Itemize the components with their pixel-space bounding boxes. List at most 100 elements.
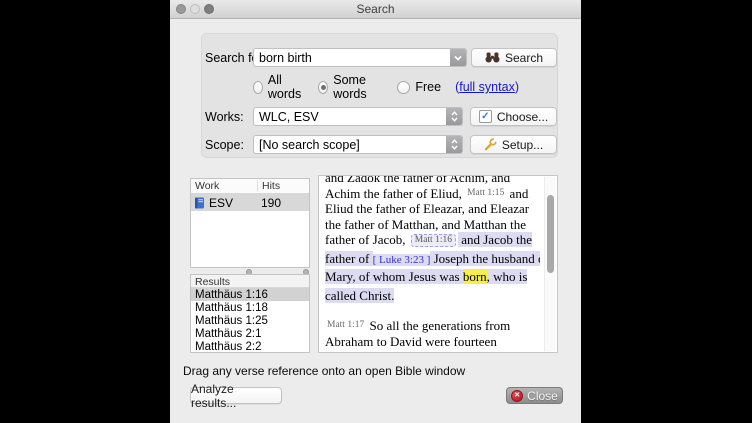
results-list: Results Matthäus 1:16Matthäus 1:18Matthä… (190, 274, 310, 353)
up-down-chevrons-icon (451, 111, 458, 122)
work-name: ESV (209, 196, 233, 210)
choose-button-label: Choose... (497, 110, 548, 124)
scope-label: Scope: (205, 138, 244, 152)
preview-line: Eliud the father of Eleazar, and Eleazar (325, 201, 540, 217)
verse-text: Eliud the father of Eleazar, and Eleazar (325, 201, 529, 216)
works-popup[interactable]: WLC, ESV (253, 107, 463, 126)
result-item[interactable]: Matthäus 1:25 (191, 314, 309, 327)
preview-line: Achim the father of Eliud, Matt 1:15 and (325, 186, 540, 202)
search-history-dropdown[interactable] (450, 49, 466, 66)
verse-text: father of (325, 251, 373, 266)
preview-line: the father of Matthan, and Matthan the (325, 217, 540, 233)
hits-col-work: Work (195, 180, 219, 192)
hits-row[interactable]: ESV 190 (191, 194, 309, 211)
scope-popup-value[interactable]: [No search scope] (254, 138, 446, 152)
close-button-label: Close (527, 389, 558, 403)
verse-text: and Jacob the (458, 232, 532, 247)
wrench-icon (484, 138, 497, 151)
setup-button-label: Setup... (502, 138, 543, 152)
radio-label: Free (415, 80, 441, 94)
verse-text: and Zadok the father of Achim, and (325, 175, 510, 185)
preview-line: father of Jacob, Matt 1:16 and Jacob the (325, 232, 540, 251)
verse-preview-pane[interactable]: and Zadok the father of Achim, andAchim … (318, 175, 558, 353)
works-popup-stepper[interactable] (446, 108, 462, 125)
radio-circle-icon[interactable] (318, 81, 328, 94)
scrollbar-thumb[interactable] (547, 195, 554, 273)
hits-rows: ESV 190 (191, 194, 309, 211)
preview-line: and Zadok the father of Achim, and (325, 175, 540, 186)
search-input-value[interactable]: born birth (254, 51, 450, 65)
screen: Search Search for: born birth Search All… (0, 0, 752, 423)
verse-text: called Christ. (325, 288, 394, 303)
analyze-results-label: Analyze results... (191, 382, 281, 410)
verse-text: father of Jacob, (325, 232, 409, 247)
verse-text: Achim the father of Eliud, (325, 186, 465, 201)
result-item[interactable]: Matthäus 2:1 (191, 327, 309, 340)
verse-ref-marker: Matt 1:16 (411, 234, 456, 247)
drag-hint-text: Drag any verse reference onto an open Bi… (183, 364, 465, 378)
radio-free[interactable]: Free (397, 80, 441, 94)
close-red-icon: ✕ (511, 390, 523, 402)
window-title: Search (170, 2, 581, 16)
word-mode-row: All wordsSome wordsFree (full syntax) (253, 79, 519, 95)
works-label: Works: (205, 110, 244, 124)
result-item[interactable]: Matthäus 2:2 (191, 340, 309, 353)
choose-button[interactable]: ✓ Choose... (470, 107, 557, 126)
hits-count: 190 (261, 196, 281, 210)
result-item[interactable]: Matthäus 1:16 (191, 288, 309, 301)
analyze-results-button[interactable]: Analyze results... (190, 387, 282, 404)
verse-text: generations, and from David to the (325, 349, 506, 353)
preview-line: generations, and from David to the (325, 349, 540, 353)
book-icon (194, 197, 205, 209)
search-window: Search Search for: born birth Search All… (170, 0, 581, 423)
scope-popup[interactable]: [No search scope] (253, 135, 463, 154)
setup-button[interactable]: Setup... (470, 135, 557, 154)
verse-text: Joseph the husband of (430, 251, 540, 266)
preview-line: Matt 1:17 So all the generations from (325, 318, 540, 334)
close-button[interactable]: ✕ Close (506, 387, 563, 404)
result-item[interactable]: Matthäus 1:18 (191, 301, 309, 314)
preview-scrollbar[interactable] (544, 177, 556, 351)
verse-text: Mary, of whom Jesus was (325, 269, 463, 284)
verse-text: born (463, 269, 487, 284)
checkbox-checked-icon: ✓ (479, 110, 492, 123)
hits-col-hits: Hits (257, 180, 280, 192)
verse-text: and (506, 186, 528, 201)
full-syntax: (full syntax) (455, 80, 519, 94)
verse-ref-marker: Matt 1:17 (325, 320, 366, 330)
radio-circle-icon[interactable] (397, 81, 410, 94)
radio-all-words[interactable]: All words (253, 73, 304, 101)
binoculars-icon (485, 52, 500, 63)
results-header: Results (191, 275, 309, 288)
up-down-chevrons-icon (451, 139, 458, 150)
preview-line: Mary, of whom Jesus was born, who is (325, 269, 540, 288)
scope-popup-stepper[interactable] (446, 136, 462, 153)
preview-line: Abraham to David were fourteen (325, 334, 540, 350)
search-input[interactable]: born birth (253, 48, 467, 67)
verse-text: , who is (487, 269, 528, 284)
paren-close: ) (515, 80, 519, 94)
hits-table: Work Hits ESV 190 (190, 178, 310, 268)
results-items: Matthäus 1:16Matthäus 1:18Matthäus 1:25M… (191, 288, 309, 353)
titlebar: Search (170, 0, 581, 19)
preview-line: called Christ. (325, 288, 540, 307)
search-button-label: Search (505, 51, 543, 65)
works-popup-value[interactable]: WLC, ESV (254, 110, 446, 124)
radios-slot: All words Some words Free (253, 73, 455, 101)
preview-text: and Zadok the father of Achim, andAchim … (325, 175, 540, 353)
verse-text: So all the generations from (366, 318, 510, 333)
radio-circle-icon[interactable] (253, 81, 263, 94)
full-syntax-link[interactable]: full syntax (459, 80, 515, 94)
chevron-down-icon (454, 55, 462, 61)
verse-text: Abraham to David were fourteen (325, 334, 497, 349)
hits-table-header: Work Hits (191, 179, 309, 194)
cross-ref-link: [ Luke 3:23 ] (373, 254, 431, 266)
preview-line (325, 306, 540, 318)
search-button[interactable]: Search (471, 48, 557, 67)
preview-line: father of [ Luke 3:23 ] Joseph the husba… (325, 251, 540, 270)
verse-ref-marker: Matt 1:15 (465, 188, 506, 198)
verse-text: the father of Matthan, and Matthan the (325, 217, 526, 232)
radio-label: Some words (333, 73, 383, 101)
radio-label: All words (268, 73, 304, 101)
radio-some-words[interactable]: Some words (318, 73, 383, 101)
